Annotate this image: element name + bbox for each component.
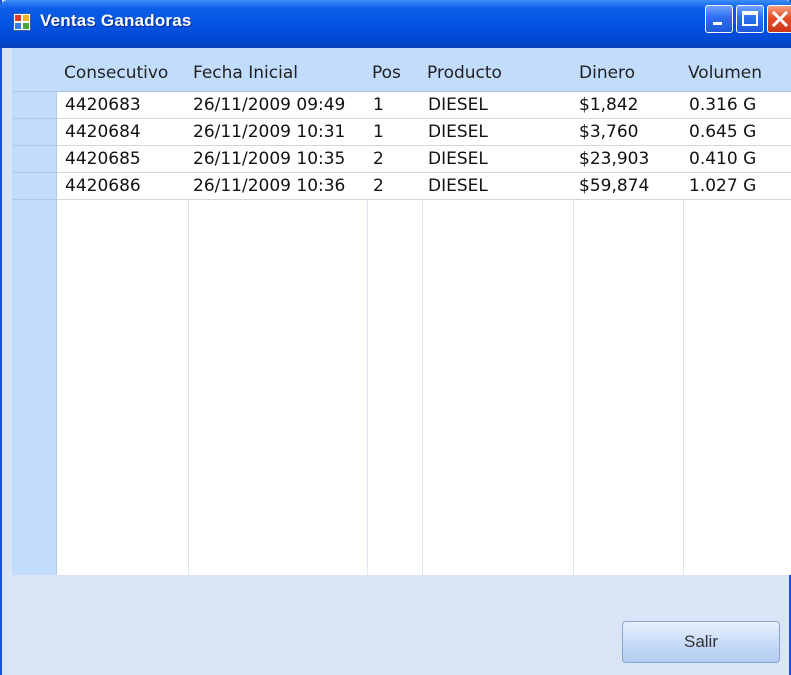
cell-consecutivo[interactable]: 4420686 [65,173,141,199]
cell-dinero[interactable]: $1,842 [579,92,638,118]
exit-button[interactable]: Salir [622,621,780,663]
cell-dinero[interactable]: $23,903 [579,146,649,172]
cell-fecha-inicial[interactable]: 26/11/2009 09:49 [193,92,345,118]
cell-pos[interactable]: 2 [373,173,384,199]
app-grid-icon[interactable] [13,13,31,31]
maximize-icon [742,11,758,26]
cell-fecha-inicial[interactable]: 26/11/2009 10:36 [193,173,345,199]
cell-pos[interactable]: 1 [373,92,384,118]
cell-volumen[interactable]: 0.316 G [689,92,756,118]
table-row[interactable]: 4420686 26/11/2009 10:36 2 DIESEL $59,87… [57,173,791,200]
cell-volumen[interactable]: 0.645 G [689,119,756,145]
table-row[interactable]: 4420684 26/11/2009 10:31 1 DIESEL $3,760… [57,119,791,146]
cell-producto[interactable]: DIESEL [428,92,488,118]
cell-volumen[interactable]: 0.410 G [689,146,756,172]
cell-producto[interactable]: DIESEL [428,173,488,199]
cell-pos[interactable]: 2 [373,146,384,172]
cell-consecutivo[interactable]: 4420684 [65,119,141,145]
window: Ventas Ganadoras Consecutivo Fecha Inici… [0,0,791,675]
cell-fecha-inicial[interactable]: 26/11/2009 10:35 [193,146,345,172]
title-bar[interactable]: Ventas Ganadoras [0,0,791,48]
cell-dinero[interactable]: $59,874 [579,173,649,199]
minimize-icon [713,22,722,25]
cell-producto[interactable]: DIESEL [428,146,488,172]
window-title: Ventas Ganadoras [40,11,192,30]
column-header-producto[interactable]: Producto [427,48,502,92]
cell-producto[interactable]: DIESEL [428,119,488,145]
sales-grid[interactable]: Consecutivo Fecha Inicial Pos Producto D… [12,48,791,575]
column-header-volumen[interactable]: Volumen [688,48,762,92]
cell-pos[interactable]: 1 [373,119,384,145]
close-icon [771,10,789,28]
cell-volumen[interactable]: 1.027 G [689,173,756,199]
cell-consecutivo[interactable]: 4420683 [65,92,141,118]
row-header-column [12,92,57,575]
column-header-pos[interactable]: Pos [372,48,401,92]
cell-dinero[interactable]: $3,760 [579,119,638,145]
cell-consecutivo[interactable]: 4420685 [65,146,141,172]
column-header-fecha-inicial[interactable]: Fecha Inicial [193,48,298,92]
table-row[interactable]: 4420683 26/11/2009 09:49 1 DIESEL $1,842… [57,92,791,119]
maximize-button[interactable] [736,5,764,33]
minimize-button[interactable] [705,5,733,33]
close-button[interactable] [767,5,791,33]
grid-header: Consecutivo Fecha Inicial Pos Producto D… [12,48,791,92]
column-header-consecutivo[interactable]: Consecutivo [64,48,168,92]
table-row[interactable]: 4420685 26/11/2009 10:35 2 DIESEL $23,90… [57,146,791,173]
cell-fecha-inicial[interactable]: 26/11/2009 10:31 [193,119,345,145]
column-header-dinero[interactable]: Dinero [579,48,635,92]
